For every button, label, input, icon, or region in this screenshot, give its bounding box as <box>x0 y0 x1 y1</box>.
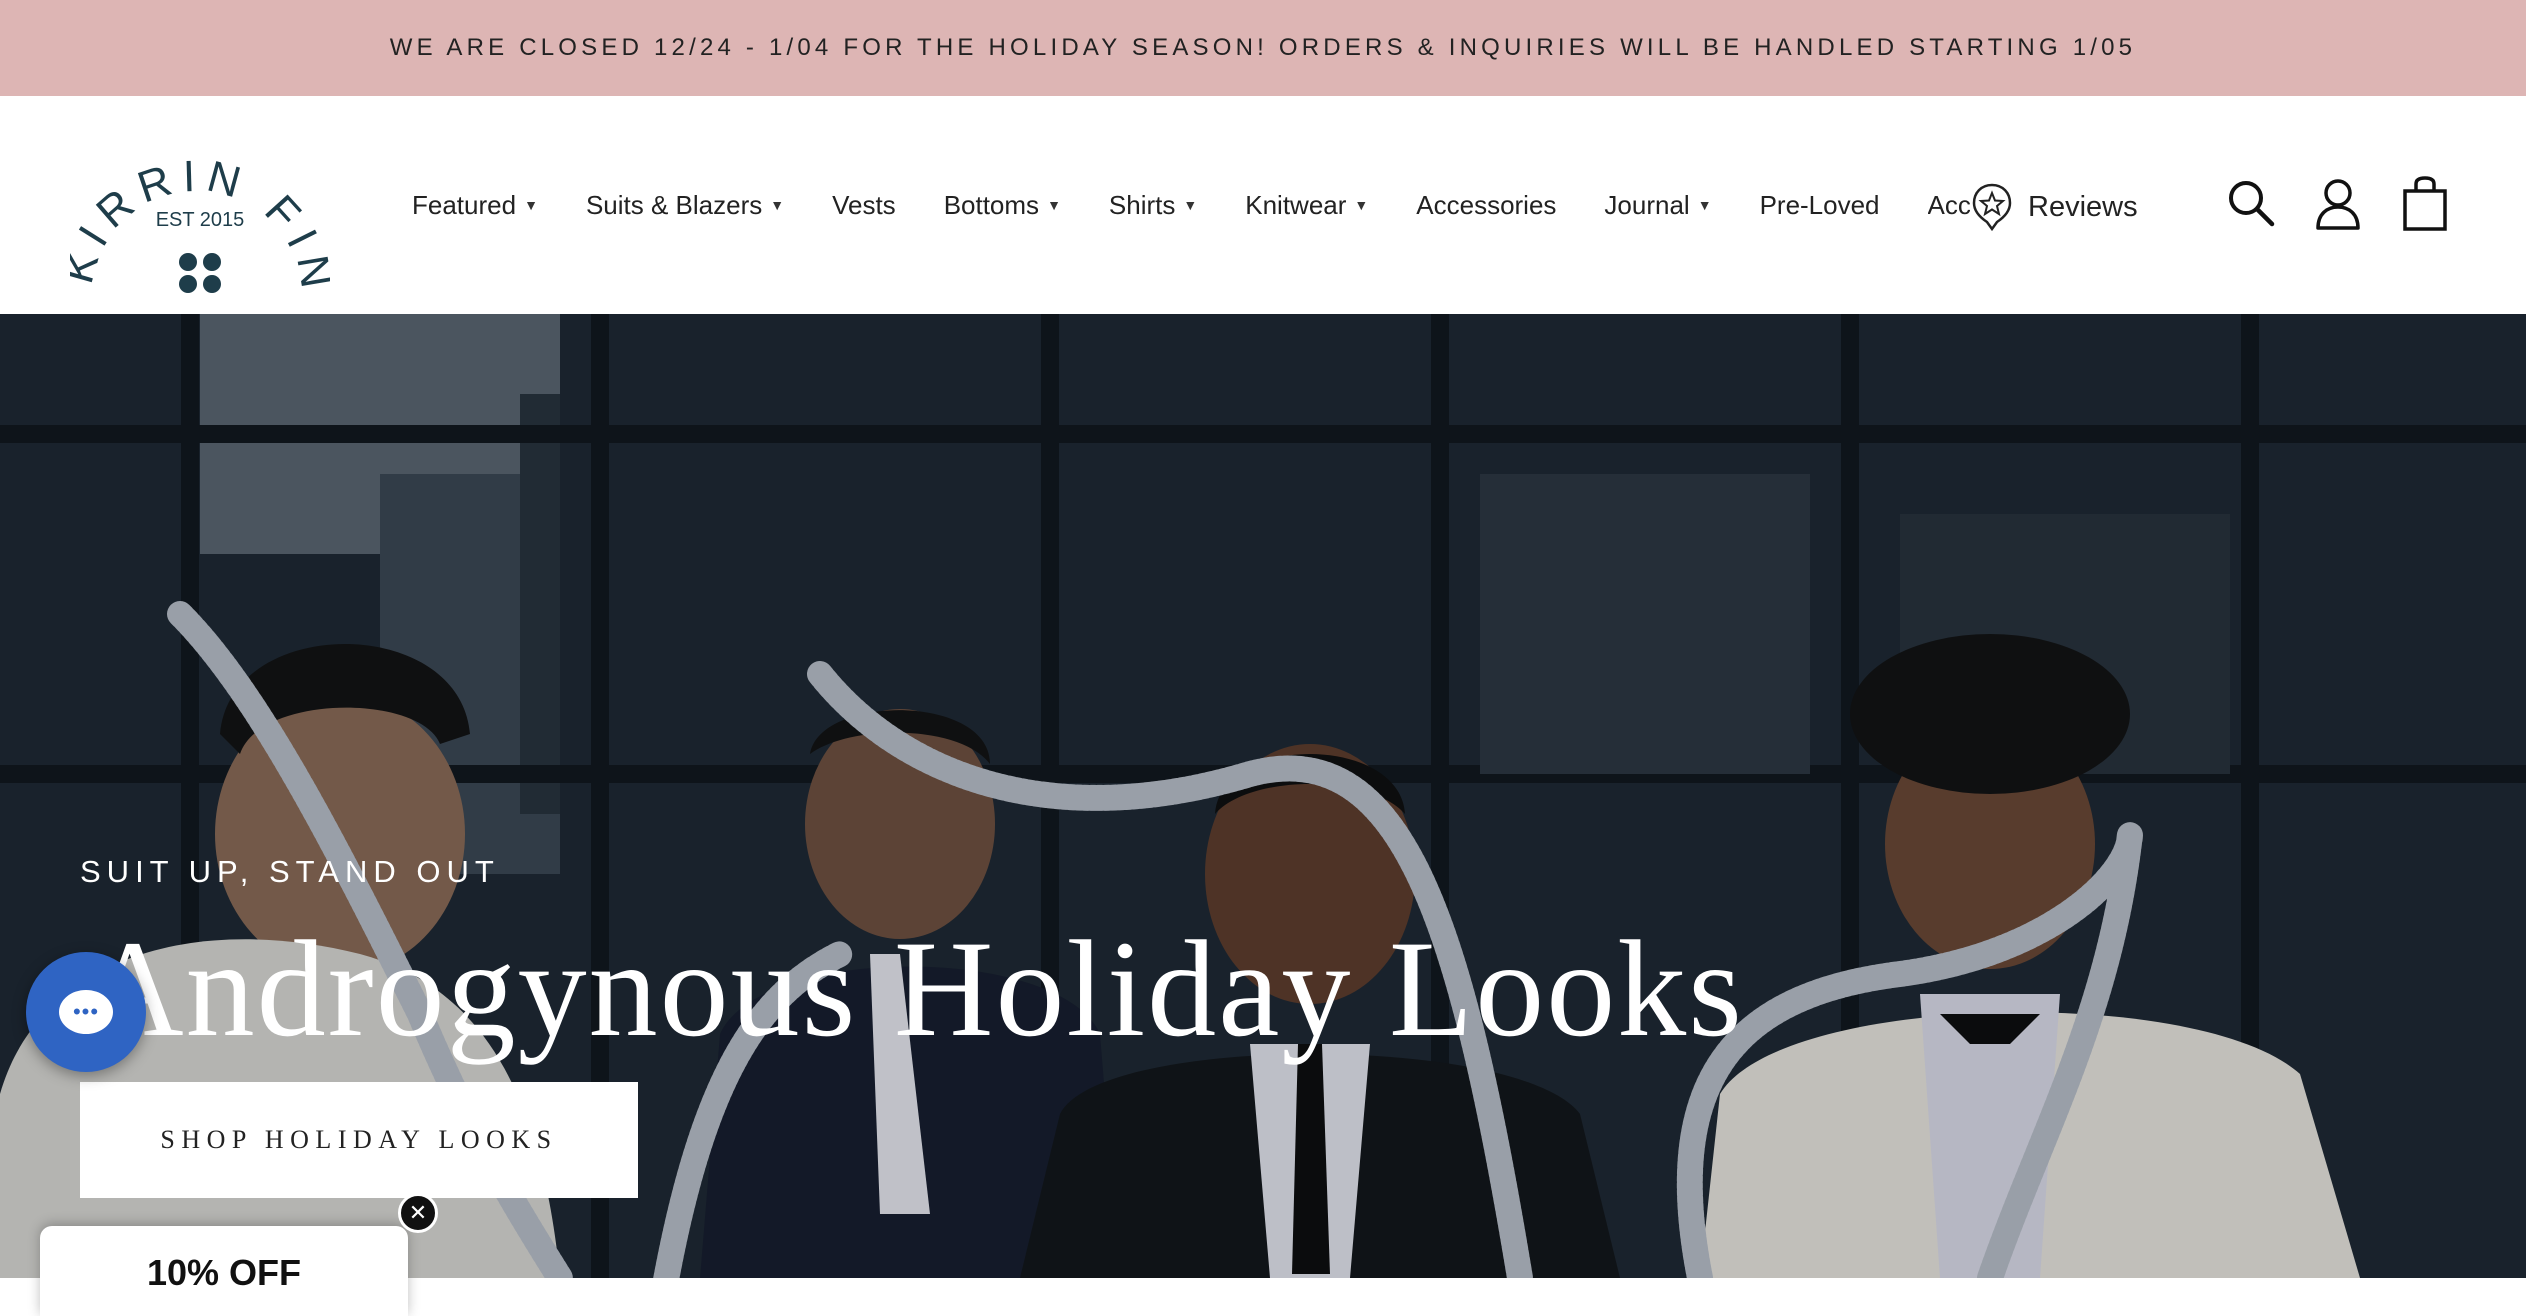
nav-shirts[interactable]: Shirts ▼ <box>1109 190 1197 221</box>
nav-label: Suits & Blazers <box>585 189 763 220</box>
nav-featured[interactable]: Featured ▼ <box>412 190 538 221</box>
reviews-label: Reviews <box>2028 190 2138 223</box>
hero-title: Androgynous Holiday Looks <box>84 912 1744 1065</box>
nav-journal[interactable]: Journal ▼ <box>1604 190 1711 221</box>
hero-banner[interactable]: SUIT UP, STAND OUT Androgynous Holiday L… <box>0 314 2526 1278</box>
discount-label: 10% OFF <box>146 1252 302 1293</box>
nav-knitwear[interactable]: Knitwear ▼ <box>1245 190 1368 221</box>
caret-down-icon: ▼ <box>1183 197 1198 213</box>
nav-label: Accessories <box>1416 189 1557 220</box>
shop-holiday-looks-button[interactable]: SHOP HOLIDAY LOOKS <box>80 1082 638 1198</box>
nav-label: Vests <box>832 189 896 220</box>
caret-down-icon: ▼ <box>770 197 785 213</box>
close-glyph: ✕ <box>408 1200 428 1225</box>
close-icon[interactable]: ✕ <box>398 1193 438 1233</box>
main-nav: Featured ▼ Suits & Blazers ▼ Vests Botto… <box>412 96 2022 314</box>
search-icon[interactable] <box>2226 176 2278 232</box>
brand-logo[interactable]: KIRRIN FINCH EST 2015 <box>50 87 334 306</box>
caret-down-icon: ▼ <box>1697 197 1712 213</box>
caret-down-icon: ▼ <box>524 197 538 213</box>
reviews-badge[interactable]: Reviews <box>1970 174 2146 240</box>
discount-tab[interactable]: 10% OFF <box>40 1226 408 1316</box>
nav-label: Shirts <box>1108 189 1176 220</box>
chat-dots: ••• <box>72 999 100 1024</box>
cart-icon[interactable] <box>2400 176 2452 232</box>
chat-button[interactable]: ••• <box>26 952 146 1072</box>
nav-label: Knitwear <box>1245 189 1347 220</box>
nav-pre-loved[interactable]: Pre-Loved <box>1760 190 1880 221</box>
caret-down-icon: ▼ <box>1047 197 1061 213</box>
caret-down-icon: ▼ <box>1354 197 1369 213</box>
reviews-star-icon <box>1972 183 2012 232</box>
announcement-bar: WE ARE CLOSED 12/24 - 1/04 FOR THE HOLID… <box>0 0 2526 96</box>
nav-vests[interactable]: Vests <box>832 190 896 221</box>
nav-suits-blazers[interactable]: Suits & Blazers ▼ <box>586 190 784 221</box>
nav-label: Pre-Loved <box>1759 189 1880 220</box>
chat-icon: ••• <box>59 990 113 1034</box>
nav-accessories[interactable]: Accessories <box>1416 190 1556 221</box>
nav-label: Journal <box>1604 189 1690 220</box>
logo-mark: KIRRIN FINCH EST 2015 <box>50 87 334 300</box>
svg-text:EST 2015: EST 2015 <box>156 209 245 231</box>
nav-label: Bottoms <box>943 189 1040 220</box>
hero-eyebrow: SUIT UP, STAND OUT <box>80 854 500 889</box>
announcement-text: WE ARE CLOSED 12/24 - 1/04 FOR THE HOLID… <box>389 34 2137 61</box>
site-header: KIRRIN FINCH EST 2015 Featured ▼ Suits &… <box>0 87 2526 314</box>
nav-bottoms[interactable]: Bottoms ▼ <box>944 190 1061 221</box>
account-icon[interactable] <box>2312 176 2364 232</box>
nav-label: Featured <box>412 189 517 220</box>
